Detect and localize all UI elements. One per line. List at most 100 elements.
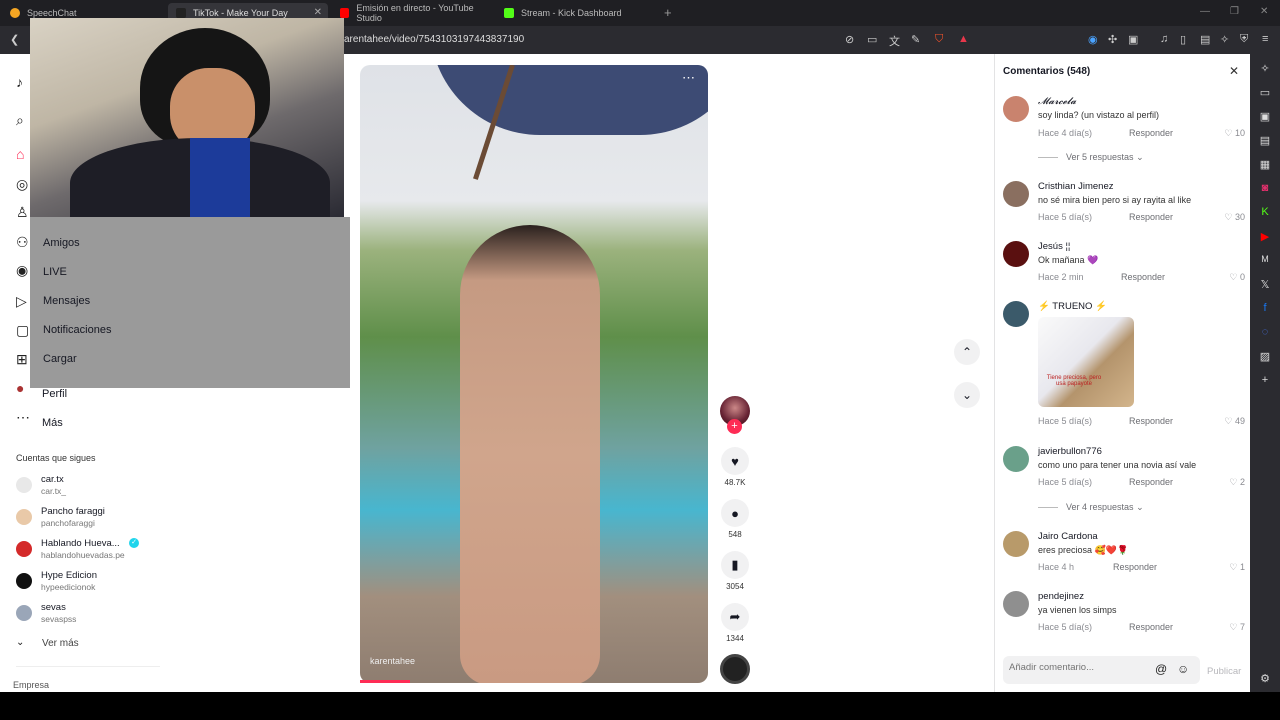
comment-author[interactable]: Cristhian Jimenez (1038, 181, 1114, 192)
avatar[interactable] (1003, 591, 1029, 617)
following-account[interactable]: Hype Edicion hypeedicionok (16, 570, 156, 600)
extensions-icon[interactable]: ✣ (1108, 33, 1117, 46)
x-twitter-icon[interactable]: 𝕏 (1258, 278, 1272, 291)
restore-icon[interactable]: ❐ (1230, 6, 1239, 17)
sidebar-settings-icon[interactable]: ⚙ (1258, 672, 1272, 685)
comment-author[interactable]: 𝓜𝓪𝓻𝓬𝓮𝓵𝓪 (1038, 96, 1076, 107)
kick-icon[interactable]: K (1258, 206, 1272, 218)
translate-icon[interactable]: 文 (889, 33, 900, 49)
reply-button[interactable]: Responder (1129, 128, 1173, 138)
home-icon[interactable]: ⌂ (16, 146, 24, 162)
sidebar-reading-list-icon[interactable]: ▦ (1258, 158, 1272, 171)
comment-author[interactable]: ⚡ TRUENO ⚡ (1038, 301, 1107, 312)
comment-author[interactable]: javierbullon776 (1038, 446, 1102, 457)
nav-profile[interactable]: Perfil (42, 388, 67, 400)
minimize-icon[interactable]: — (1200, 6, 1210, 17)
sidebar-pin-icon[interactable]: ✧ (1258, 62, 1272, 75)
close-tab-icon[interactable]: ✕ (314, 7, 322, 18)
view-replies-button[interactable]: Ver 5 respuestas ⌄ (1038, 152, 1144, 163)
publish-button[interactable]: Publicar (1207, 666, 1241, 677)
tiktok-logo-icon[interactable]: ♪ (16, 74, 23, 90)
reply-button[interactable]: Responder (1129, 212, 1173, 222)
more-icon[interactable]: ⋯ (16, 409, 30, 426)
nav-friends[interactable]: Amigos (43, 237, 80, 249)
follow-plus-icon[interactable]: + (727, 419, 742, 434)
facebook-icon[interactable]: f (1258, 302, 1272, 314)
upload-icon[interactable]: ⊞ (16, 351, 28, 368)
following-account[interactable]: sevas sevaspss (16, 602, 156, 632)
music-disc-icon[interactable] (720, 654, 750, 684)
window-close-icon[interactable]: ✕ (1260, 6, 1268, 17)
next-video-button[interactable]: ⌄ (954, 382, 980, 408)
avatar[interactable] (1003, 96, 1029, 122)
back-icon[interactable]: ❮ (10, 33, 19, 46)
comment-like-button[interactable]: ♡ 7 (1229, 622, 1245, 633)
following-account[interactable]: Pancho faraggi panchofaraggi (16, 506, 156, 536)
profile-icon[interactable]: ● (16, 380, 24, 396)
sidebar-bookmarks-icon[interactable]: ▤ (1258, 134, 1272, 147)
explore-icon[interactable]: ◎ (16, 176, 28, 193)
avatar[interactable] (1003, 241, 1029, 267)
brave-rewards-icon[interactable]: ▲ (958, 33, 969, 45)
like-button[interactable]: ♥ 48.7K (720, 447, 750, 487)
nav-upload[interactable]: Cargar (43, 353, 77, 365)
company-link[interactable]: Empresa (13, 680, 49, 690)
close-icon[interactable]: ✕ (1229, 64, 1239, 78)
avatar[interactable] (1003, 181, 1029, 207)
following-icon[interactable]: ♙ (16, 204, 29, 221)
avatar[interactable] (1003, 301, 1029, 327)
nav-notifications[interactable]: Notificaciones (43, 324, 111, 336)
live-icon[interactable]: ◉ (16, 262, 28, 279)
see-more-link[interactable]: Ver más (42, 638, 79, 649)
share-button[interactable]: ➦ 1344 (720, 603, 750, 643)
audio-icon[interactable]: ◉ (1088, 33, 1098, 46)
comment-like-button[interactable]: ♡ 0 (1229, 272, 1245, 283)
vpn-icon[interactable]: ⛨ (1240, 33, 1248, 46)
comment-like-button[interactable]: ♡ 2 (1229, 477, 1245, 488)
save-button[interactable]: ▮ 3054 (720, 551, 750, 591)
search-icon[interactable]: ⌕ (16, 112, 24, 129)
sidebar-wallet-icon[interactable]: ▣ (1258, 110, 1272, 123)
video-more-icon[interactable]: ⋯ (682, 70, 695, 86)
nav-messages[interactable]: Mensajes (43, 295, 90, 307)
comment-button[interactable]: ● 548 (720, 499, 750, 539)
comment-input[interactable] (1009, 662, 1149, 673)
menu-icon[interactable]: ≡ (1262, 33, 1268, 45)
friends-icon[interactable]: ⚇ (16, 234, 29, 251)
video-player[interactable] (360, 65, 708, 683)
sidebar-m-icon[interactable]: M (1258, 254, 1272, 264)
avatar[interactable] (1003, 446, 1029, 472)
new-tab-icon[interactable]: + (664, 5, 672, 20)
view-replies-button[interactable]: Ver 4 respuestas ⌄ (1038, 502, 1144, 513)
leo-icon[interactable]: ✧ (1220, 33, 1229, 46)
sidebar-add-icon[interactable]: + (1258, 374, 1272, 386)
instagram-icon[interactable]: ◙ (1258, 182, 1272, 194)
reply-button[interactable]: Responder (1129, 416, 1173, 426)
comment-like-button[interactable]: ♡ 1 (1229, 562, 1245, 573)
reply-button[interactable]: Responder (1121, 272, 1165, 282)
messenger-icon[interactable]: ◌ (1258, 326, 1272, 338)
chevron-down-icon[interactable]: ⌄ (16, 637, 24, 648)
reply-button[interactable]: Responder (1113, 562, 1157, 572)
reply-button[interactable]: Responder (1129, 477, 1173, 487)
url-field[interactable]: arentahee/video/7543103197443837190 (344, 34, 524, 45)
reply-button[interactable]: Responder (1129, 622, 1173, 632)
tab-youtube-studio[interactable]: Emisión en directo - YouTube Studio (332, 3, 492, 23)
following-account[interactable]: Hablando Hueva... ✓ hablandohuevadas.pe (16, 538, 156, 568)
messages-icon[interactable]: ▷ (16, 293, 27, 310)
notifications-icon[interactable]: ▢ (16, 322, 29, 339)
mention-icon[interactable]: @ (1155, 662, 1167, 676)
comment-like-button[interactable]: ♡ 49 (1224, 416, 1245, 427)
music-icon[interactable]: ♫ (1160, 33, 1168, 45)
comment-like-button[interactable]: ♡ 10 (1224, 128, 1245, 139)
avatar[interactable] (1003, 531, 1029, 557)
screenshot-icon[interactable]: ▣ (1128, 33, 1138, 46)
nav-more[interactable]: Más (42, 417, 63, 429)
sidebar-tab-icon[interactable]: ▭ (1258, 86, 1272, 99)
cast-icon[interactable]: ▭ (867, 33, 877, 46)
video-progress[interactable] (360, 680, 410, 683)
wallet-icon[interactable]: ▤ (1200, 33, 1210, 46)
mute-site-icon[interactable]: ⊘ (845, 33, 854, 46)
sidebar-image-icon[interactable]: ▨ (1258, 350, 1272, 363)
tab-kick-dashboard[interactable]: Stream - Kick Dashboard (496, 3, 656, 23)
